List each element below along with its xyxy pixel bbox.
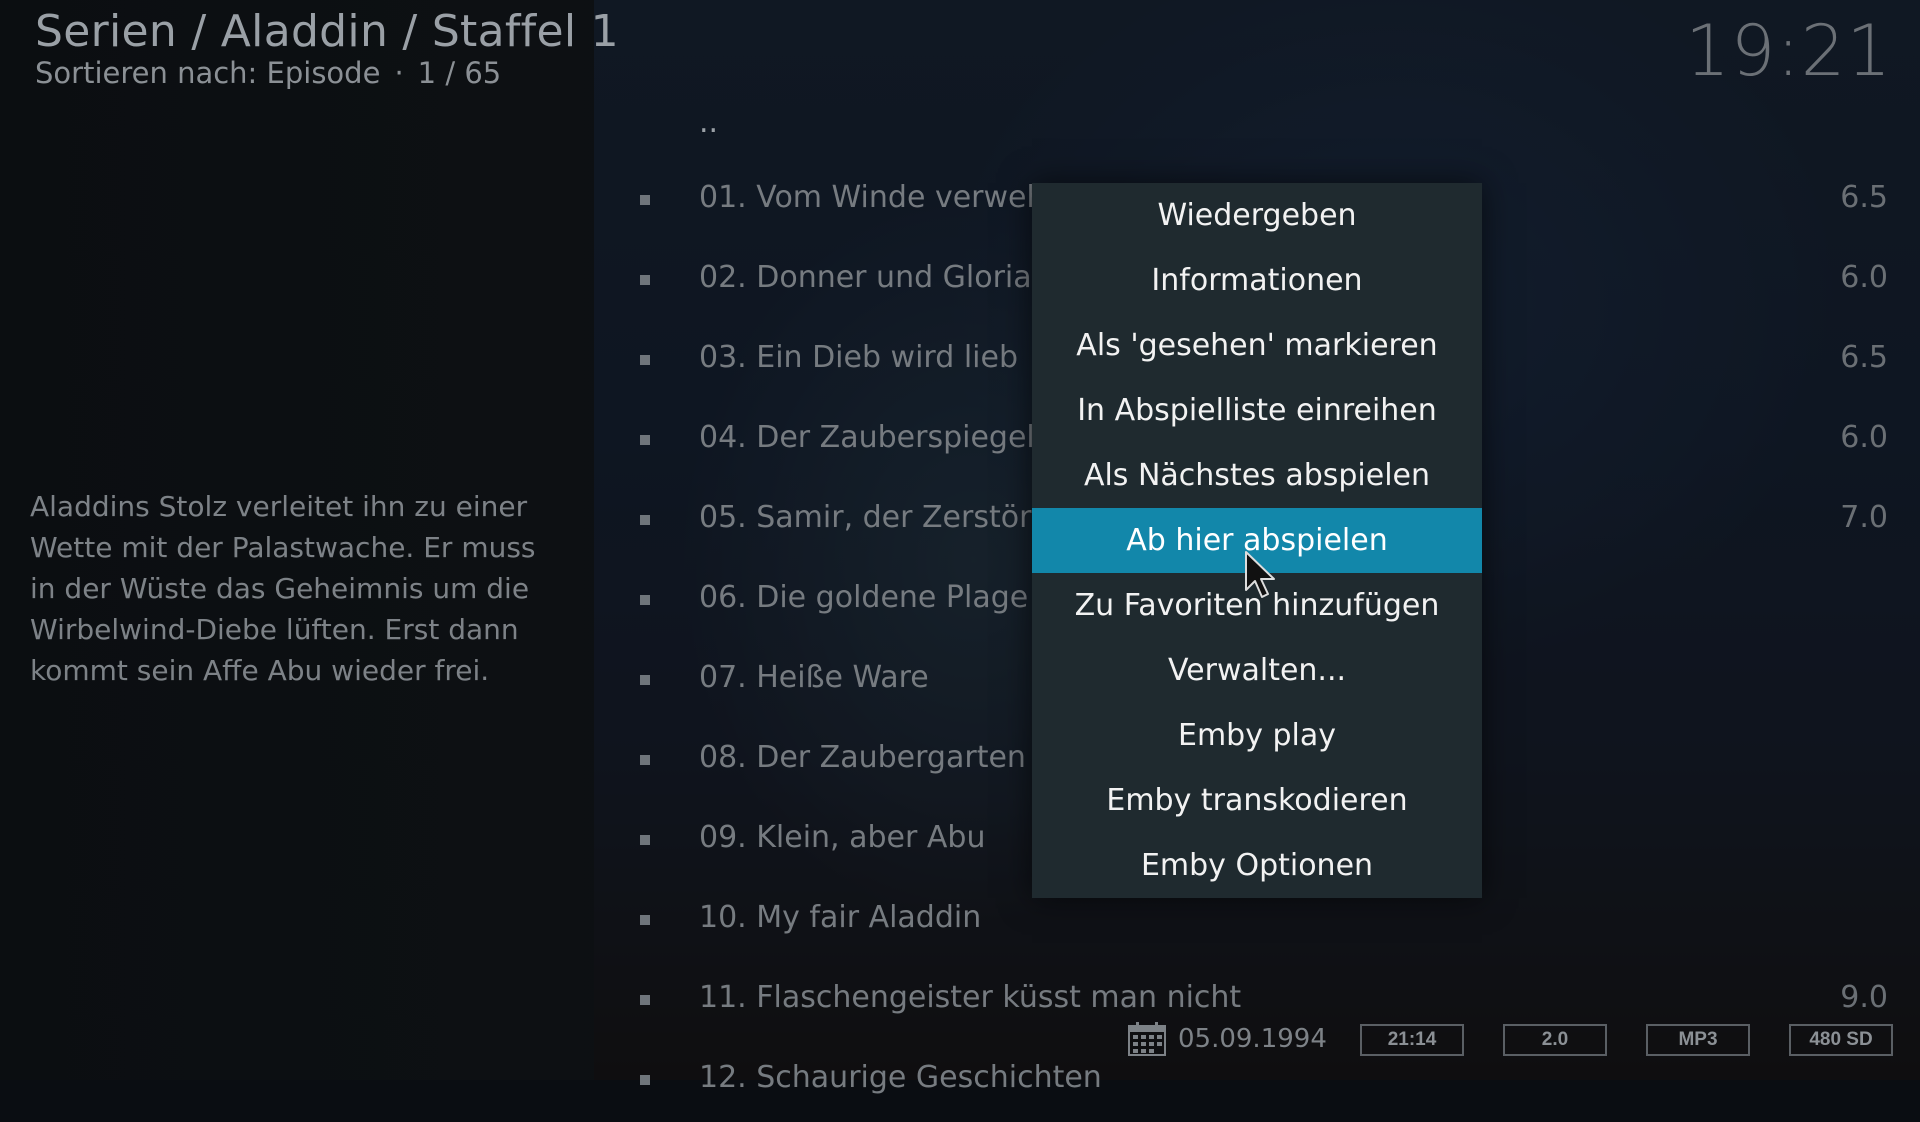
episode-title: 04. Der Zauberspiegel [699,420,1035,455]
episode-plot: Aladdins Stolz verleitet ihn zu einer We… [30,490,536,687]
audio-channels-flag: 2.0 [1503,1024,1607,1056]
episode-rating: 6.0 [1840,420,1888,455]
episode-title: 08. Der Zaubergarten [699,740,1026,775]
unwatched-bullet-icon [640,195,650,205]
menu-item-mark-watched[interactable]: Als 'gesehen' markieren [1032,313,1482,378]
episode-title: 02. Donner und Gloria [699,260,1032,295]
menu-item-information[interactable]: Informationen [1032,248,1482,313]
episode-title: 07. Heiße Ware [699,660,929,695]
episode-rating: 6.5 [1840,340,1888,375]
audio-codec-flag: MP3 [1646,1024,1750,1056]
menu-item-queue[interactable]: In Abspielliste einreihen [1032,378,1482,443]
mouse-pointer-icon [1245,551,1275,598]
menu-item-emby-play[interactable]: Emby play [1032,703,1482,768]
unwatched-bullet-icon [640,835,650,845]
episode-title: 06. Die goldene Plage [699,580,1029,615]
menu-item-play[interactable]: Wiedergeben [1032,183,1482,248]
sort-info[interactable]: Sortieren nach: Episode · 1 / 65 [35,56,501,90]
unwatched-bullet-icon [640,915,650,925]
unwatched-bullet-icon [640,755,650,765]
separator: · [394,56,404,90]
parent-folder-item[interactable]: .. [699,105,718,140]
unwatched-bullet-icon [640,675,650,685]
context-menu: Wiedergeben Informationen Als 'gesehen' … [1032,183,1482,898]
episode-rating: 6.0 [1840,260,1888,295]
calendar-icon [1128,1022,1166,1056]
episode-rating: 6.5 [1840,180,1888,215]
unwatched-bullet-icon [640,995,650,1005]
unwatched-bullet-icon [640,595,650,605]
menu-item-emby-options[interactable]: Emby Optionen [1032,833,1482,898]
episode-title: 05. Samir, der Zerstörer [699,500,1062,535]
resolution-flag: 480 SD [1789,1024,1893,1056]
breadcrumb: Serien / Aladdin / Staffel 1 [35,6,619,57]
aired-date: 05.09.1994 [1178,1024,1327,1054]
unwatched-bullet-icon [640,275,650,285]
unwatched-bullet-icon [640,1075,650,1085]
episode-title: 01. Vom Winde verweht [699,180,1058,215]
episode-title: 03. Ein Dieb wird lieb [699,340,1018,375]
menu-item-play-next[interactable]: Als Nächstes abspielen [1032,443,1482,508]
episode-rating: 7.0 [1840,500,1888,535]
episode-title: 09. Klein, aber Abu [699,820,986,855]
info-bar: 05.09.1994 21:14 2.0 MP3 480 SD [0,1010,1920,1070]
unwatched-bullet-icon [640,515,650,525]
unwatched-bullet-icon [640,355,650,365]
episode-title: 10. My fair Aladdin [699,900,982,935]
menu-item-manage[interactable]: Verwalten... [1032,638,1482,703]
menu-item-emby-transcode[interactable]: Emby transkodieren [1032,768,1482,833]
sort-label: Sortieren nach: Episode [35,56,381,90]
duration-flag: 21:14 [1360,1024,1464,1056]
item-position: 1 / 65 [417,56,502,90]
unwatched-bullet-icon [640,435,650,445]
